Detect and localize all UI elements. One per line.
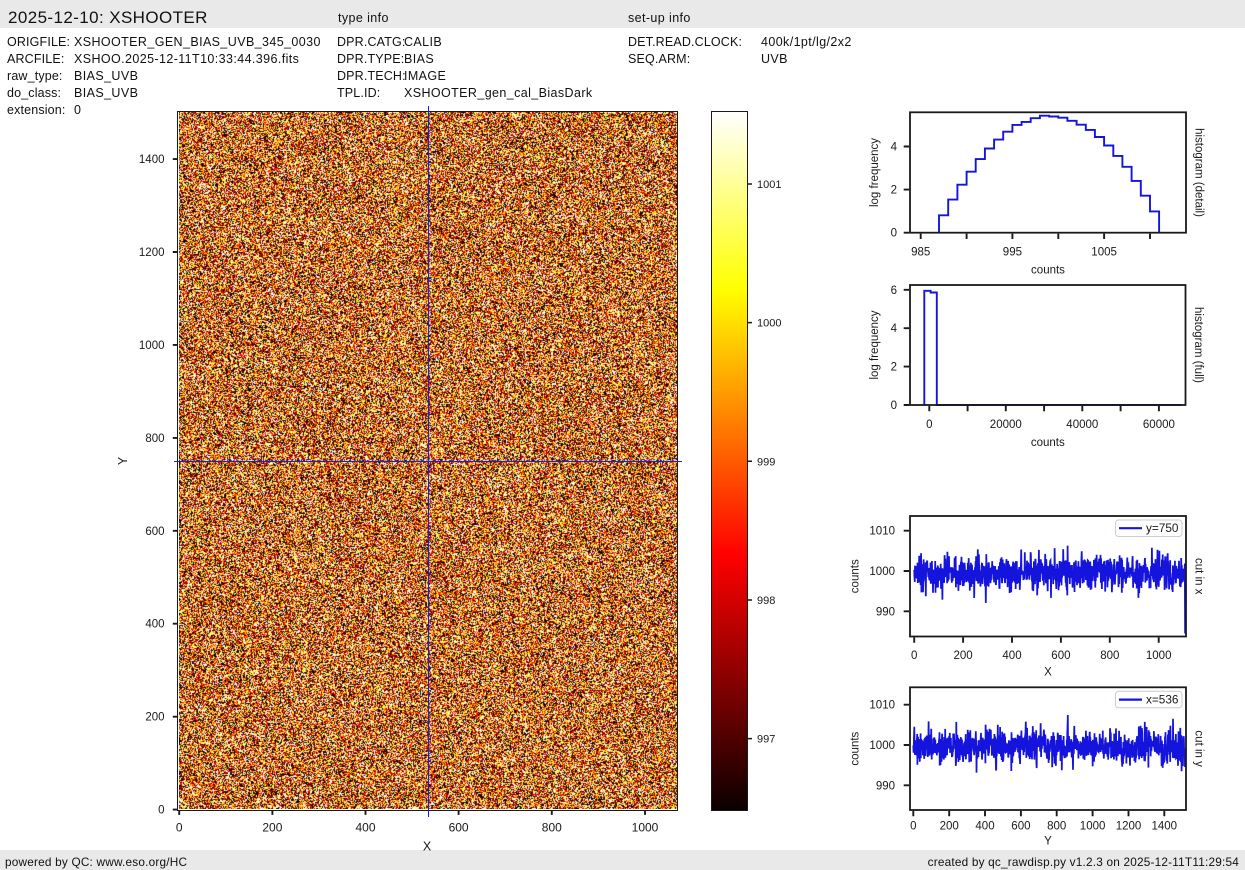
svg-text:990: 990 bbox=[876, 606, 895, 618]
svg-text:histogram (detail): histogram (detail) bbox=[1193, 128, 1205, 217]
svg-text:40000: 40000 bbox=[1066, 419, 1098, 431]
svg-text:0: 0 bbox=[891, 228, 897, 240]
svg-text:2: 2 bbox=[891, 362, 897, 374]
svg-text:0: 0 bbox=[891, 400, 897, 412]
svg-text:200: 200 bbox=[954, 650, 973, 662]
svg-text:1000: 1000 bbox=[757, 318, 781, 330]
svg-text:1000: 1000 bbox=[869, 566, 895, 578]
svg-text:4: 4 bbox=[891, 323, 898, 335]
svg-text:998: 998 bbox=[757, 595, 775, 607]
svg-text:400: 400 bbox=[1002, 650, 1021, 662]
svg-text:4: 4 bbox=[891, 142, 898, 154]
svg-text:1005: 1005 bbox=[1091, 247, 1117, 259]
svg-text:2: 2 bbox=[891, 185, 897, 197]
svg-text:60000: 60000 bbox=[1143, 419, 1175, 431]
svg-text:1200: 1200 bbox=[1116, 821, 1142, 833]
svg-text:200: 200 bbox=[940, 821, 959, 833]
svg-text:800: 800 bbox=[1100, 650, 1119, 662]
svg-text:600: 600 bbox=[1011, 821, 1030, 833]
svg-text:histogram (full): histogram (full) bbox=[1192, 307, 1204, 383]
svg-text:cut in y: cut in y bbox=[1193, 730, 1205, 767]
svg-text:995: 995 bbox=[1003, 247, 1022, 259]
svg-text:20000: 20000 bbox=[990, 419, 1022, 431]
svg-text:400: 400 bbox=[975, 821, 994, 833]
svg-text:1000: 1000 bbox=[1080, 821, 1106, 833]
svg-text:0: 0 bbox=[911, 650, 917, 662]
svg-text:1400: 1400 bbox=[1152, 821, 1178, 833]
svg-text:997: 997 bbox=[757, 734, 775, 746]
svg-text:y=750: y=750 bbox=[1146, 521, 1179, 535]
svg-text:0: 0 bbox=[910, 821, 916, 833]
svg-text:counts: counts bbox=[849, 559, 861, 593]
svg-text:counts: counts bbox=[1031, 265, 1065, 277]
svg-text:985: 985 bbox=[911, 247, 930, 259]
svg-text:log frequency: log frequency bbox=[869, 310, 881, 379]
svg-text:1001: 1001 bbox=[757, 179, 781, 191]
svg-text:800: 800 bbox=[1047, 821, 1066, 833]
svg-text:0: 0 bbox=[926, 419, 932, 431]
svg-text:Y: Y bbox=[1044, 836, 1052, 848]
svg-text:counts: counts bbox=[1031, 437, 1065, 449]
svg-text:counts: counts bbox=[849, 731, 861, 765]
svg-text:cut in x: cut in x bbox=[1193, 558, 1205, 595]
svg-text:1010: 1010 bbox=[869, 526, 895, 538]
svg-text:999: 999 bbox=[757, 456, 775, 468]
svg-text:990: 990 bbox=[876, 780, 895, 792]
svg-text:1010: 1010 bbox=[869, 700, 895, 712]
svg-text:X: X bbox=[1044, 666, 1052, 678]
svg-text:1000: 1000 bbox=[1146, 650, 1172, 662]
svg-text:1000: 1000 bbox=[869, 740, 895, 752]
svg-text:6: 6 bbox=[891, 285, 897, 297]
svg-text:log frequency: log frequency bbox=[869, 138, 881, 207]
svg-text:600: 600 bbox=[1051, 650, 1070, 662]
svg-text:x=536: x=536 bbox=[1146, 693, 1179, 707]
